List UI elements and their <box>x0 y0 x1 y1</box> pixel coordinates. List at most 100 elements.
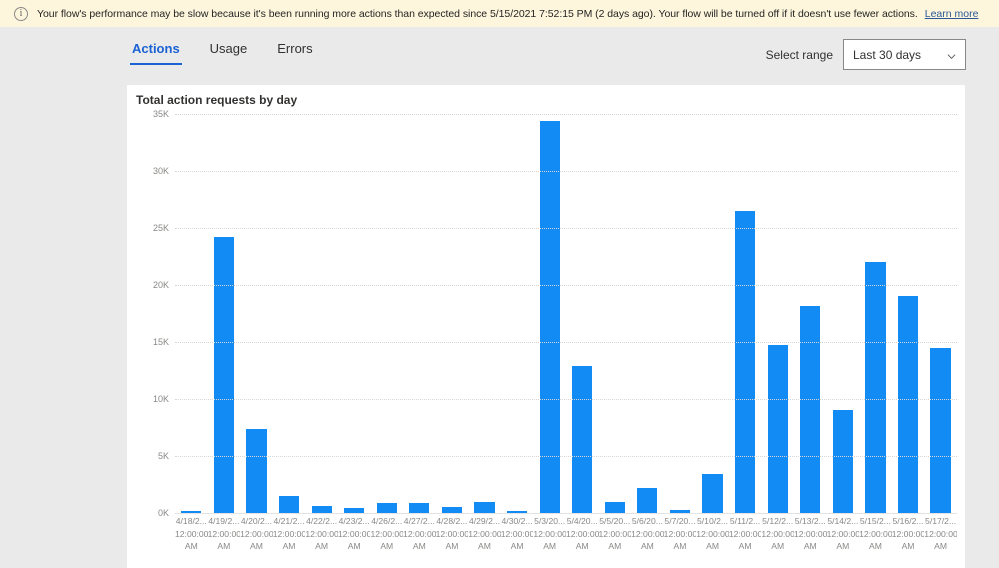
tab-actions[interactable]: Actions <box>130 37 182 65</box>
bar[interactable] <box>311 506 332 513</box>
bar[interactable] <box>735 210 756 513</box>
learn-more-link[interactable]: Learn more <box>925 8 979 20</box>
chart-card: Total action requests by day 35K 30K 25K 20… <box>127 85 965 568</box>
bar-column[interactable] <box>566 114 599 513</box>
bar-column[interactable] <box>273 114 306 513</box>
bar[interactable] <box>278 495 300 513</box>
x-axis-tick-label: 5/10/2... 12:00:00 AM <box>696 516 729 551</box>
gridline <box>175 171 957 172</box>
y-axis-tick-label: 35K <box>152 109 169 119</box>
bar[interactable] <box>767 345 788 513</box>
axis-baseline <box>175 513 957 514</box>
bar-column[interactable] <box>240 114 273 513</box>
x-axis-tick-label: 4/28/2... 12:00:00 AM <box>435 516 469 551</box>
x-axis-tick-label: 5/4/20... 12:00:00 AM <box>565 516 599 551</box>
x-axis-tick-label: 4/26/2... 12:00:00 AM <box>370 516 404 551</box>
tab-usage[interactable]: Usage <box>208 37 250 65</box>
x-axis-labels: 4/18/2... 12:00:00 AM 4/19/2... 12:00:00 AM 4/… <box>175 515 957 553</box>
y-axis-tick-label: 0K <box>157 508 169 518</box>
tab-bar: Actions Usage Errors <box>130 37 315 65</box>
bar-column[interactable] <box>794 114 827 513</box>
bar-column[interactable] <box>436 114 469 513</box>
chart-plot-area: 35K 30K 25K 20K 15K 10K 5K 0K <box>153 109 957 518</box>
bar[interactable] <box>930 347 951 513</box>
bar-column[interactable] <box>696 114 729 513</box>
range-picker: Select range Last 30 days <box>766 39 966 70</box>
range-select-dropdown[interactable]: Last 30 days <box>843 39 966 70</box>
bar-column[interactable] <box>175 114 208 513</box>
x-axis-tick-label: 4/30/2... 12:00:00 AM <box>500 516 534 551</box>
x-axis-tick-label: 5/12/2... 12:00:00 AM <box>761 516 794 551</box>
performance-warning-banner: i Your flow's performance may be slow be… <box>0 0 999 27</box>
x-axis-tick-label: 5/16/2... 12:00:00 AM <box>891 516 925 551</box>
bar-column[interactable] <box>631 114 664 513</box>
bar-series <box>175 114 957 513</box>
x-axis-tick-label: 5/11/2... 12:00:00 AM <box>728 516 762 551</box>
x-axis-tick-label: 5/6/20... 12:00:00 AM <box>631 516 664 551</box>
bar-column[interactable] <box>729 114 762 513</box>
x-axis-tick-label: 4/29/2... 12:00:00 AM <box>468 516 501 551</box>
bar-column[interactable] <box>533 114 566 513</box>
info-circle-icon: i <box>14 6 28 21</box>
x-axis-tick-label: 5/3/20... 12:00:00 AM <box>533 516 566 551</box>
select-range-label: Select range <box>765 47 833 62</box>
bar[interactable] <box>832 410 853 513</box>
tab-errors[interactable]: Errors <box>275 37 314 65</box>
y-axis-tick-label: 10K <box>152 394 169 404</box>
y-axis-tick-label: 15K <box>152 337 169 347</box>
y-axis-tick-label: 20K <box>152 280 169 290</box>
bar[interactable] <box>376 502 397 513</box>
chevron-down-icon <box>947 53 956 59</box>
bar-column[interactable] <box>338 114 371 513</box>
bar[interactable] <box>604 501 625 513</box>
gridline <box>175 285 957 286</box>
bar-column[interactable] <box>403 114 436 513</box>
x-axis-tick-label: 4/23/2... 12:00:00 AM <box>337 516 371 551</box>
y-axis-tick-label: 25K <box>152 223 169 233</box>
bar-column[interactable] <box>664 114 697 513</box>
gridline <box>175 399 957 400</box>
bar[interactable] <box>213 237 234 513</box>
banner-message: Your flow's performance may be slow beca… <box>37 7 918 20</box>
toolbar: Actions Usage Errors Select range Last 3… <box>0 27 999 77</box>
bar[interactable] <box>637 487 658 513</box>
bar-column[interactable] <box>892 114 925 513</box>
bar-column[interactable] <box>761 114 794 513</box>
x-axis-tick-label: 4/27/2... 12:00:00 AM <box>403 516 436 551</box>
bar[interactable] <box>246 428 267 513</box>
bar-column[interactable] <box>924 114 957 513</box>
bar[interactable] <box>474 501 495 513</box>
range-selected-value: Last 30 days <box>853 47 922 62</box>
x-axis-tick-label: 5/14/2... 12:00:00 AM <box>826 516 860 551</box>
x-axis-tick-label: 4/20/2... 12:00:00 AM <box>240 516 273 551</box>
bar[interactable] <box>865 262 886 513</box>
bar[interactable] <box>897 296 919 513</box>
gridline <box>175 114 957 115</box>
x-axis-tick-label: 4/18/2... 12:00:00 AM <box>175 516 208 551</box>
x-axis-tick-label: 4/22/2... 12:00:00 AM <box>305 516 338 551</box>
x-axis-tick-label: 5/17/2... 12:00:00 AM <box>924 516 957 551</box>
chart-title: Total action requests by day <box>136 93 298 107</box>
x-axis-tick-label: 5/7/20... 12:00:00 AM <box>663 516 697 551</box>
bar[interactable] <box>702 474 723 513</box>
bar-column[interactable] <box>827 114 860 513</box>
bar[interactable] <box>572 365 593 513</box>
bar-column[interactable] <box>468 114 501 513</box>
x-axis-tick-label: 4/19/2... 12:00:00 AM <box>207 516 241 551</box>
x-axis-tick-label: 5/15/2... 12:00:00 AM <box>859 516 892 551</box>
bar-column[interactable] <box>859 114 892 513</box>
y-axis-tick-label: 30K <box>152 166 169 176</box>
x-axis-tick-label: 5/13/2... 12:00:00 AM <box>793 516 827 551</box>
gridline <box>175 456 957 457</box>
bar-column[interactable] <box>501 114 534 513</box>
gridline <box>175 342 957 343</box>
y-axis-tick-label: 5K <box>157 451 169 461</box>
bar-column[interactable] <box>208 114 241 513</box>
bar[interactable] <box>800 305 821 513</box>
bar-column[interactable] <box>599 114 632 513</box>
bar[interactable] <box>539 120 560 513</box>
x-axis-tick-label: 5/5/20... 12:00:00 AM <box>598 516 632 551</box>
bar-column[interactable] <box>370 114 403 513</box>
bar-column[interactable] <box>305 114 338 513</box>
bar[interactable] <box>409 502 430 513</box>
